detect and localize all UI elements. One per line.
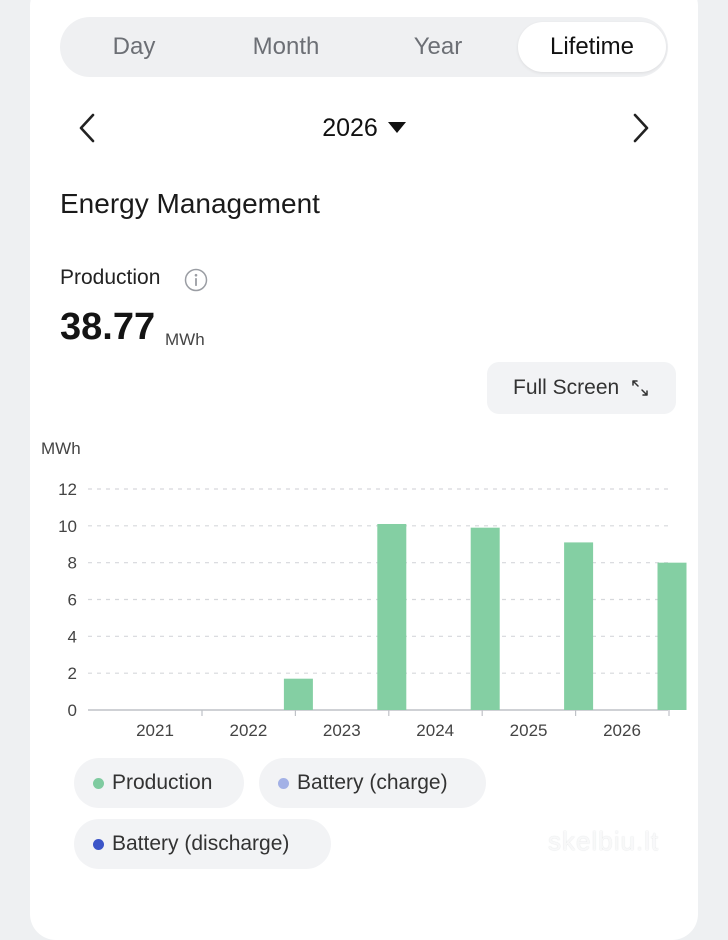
y-axis-unit-label: MWh [41, 439, 81, 458]
x-tick-label: 2021 [136, 721, 174, 740]
bar-2025 [564, 542, 594, 710]
production-bar-chart: MWh 0 2 4 6 8 10 12 2021 2022 2023 2024 2025 2026 [41, 439, 687, 740]
bar-2022 [283, 678, 313, 710]
legend-production-dot [93, 778, 104, 789]
watermark: skelbiu.lt [548, 826, 660, 856]
y-tick-label: 0 [68, 701, 77, 720]
y-tick-label: 4 [68, 627, 77, 646]
x-tick-label: 2025 [510, 721, 548, 740]
legend-production[interactable]: Production [74, 758, 244, 808]
full-screen-button[interactable]: Full Screen [487, 362, 676, 414]
expand-icon [630, 378, 650, 398]
legend-battery-charge-label: Battery (charge) [297, 771, 448, 794]
bar-2024 [470, 527, 500, 710]
bar-2023 [377, 523, 407, 710]
bar-2026 [657, 562, 687, 710]
y-tick-label: 12 [58, 480, 77, 499]
year-value: 2026 [322, 114, 378, 142]
section-title: Energy Management [60, 188, 320, 219]
y-tick-label: 2 [68, 664, 77, 683]
tab-year[interactable]: Year [364, 22, 512, 72]
tab-month[interactable]: Month [212, 22, 360, 72]
period-tabs: Day Month Year Lifetime [60, 17, 668, 77]
info-icon[interactable] [184, 268, 208, 292]
legend-battery-charge[interactable]: Battery (charge) [259, 758, 486, 808]
next-arrow-icon[interactable] [620, 108, 660, 148]
production-value: 38.77 [60, 306, 156, 348]
legend-battery-discharge-label: Battery (discharge) [112, 832, 290, 855]
production-unit: MWh [165, 330, 205, 349]
previous-arrow-icon[interactable] [68, 108, 108, 148]
y-tick-label: 10 [58, 517, 77, 536]
legend-battery-charge-dot [278, 778, 289, 789]
legend-battery-discharge[interactable]: Battery (discharge) [74, 819, 331, 869]
dropdown-caret-icon [387, 121, 406, 133]
x-tick-label: 2023 [323, 721, 361, 740]
x-tick-label: 2022 [229, 721, 267, 740]
legend-production-label: Production [112, 771, 213, 794]
year-selector[interactable]: 2026 [300, 110, 428, 146]
x-tick-label: 2024 [416, 721, 454, 740]
full-screen-label: Full Screen [513, 376, 620, 399]
x-tick-label: 2026 [603, 721, 641, 740]
tab-day[interactable]: Day [60, 22, 208, 72]
tab-lifetime[interactable]: Lifetime [518, 22, 666, 72]
production-label: Production [60, 266, 161, 289]
y-tick-label: 8 [68, 554, 77, 573]
y-tick-label: 6 [68, 591, 77, 610]
legend-battery-discharge-dot [93, 839, 104, 850]
